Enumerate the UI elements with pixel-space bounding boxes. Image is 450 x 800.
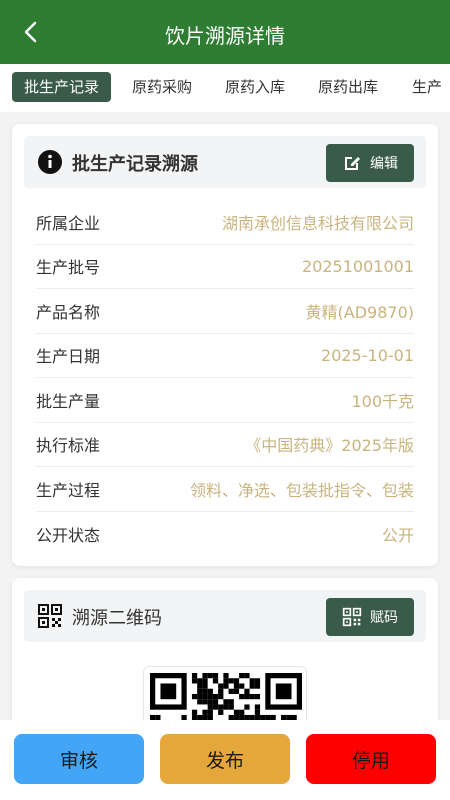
card-title: 溯源二维码 — [72, 608, 162, 629]
row-label: 生产批号 — [36, 258, 101, 278]
qr-code-icon — [38, 604, 62, 628]
row-label: 生产日期 — [36, 347, 101, 367]
list-item: 生产日期 2025-10-01 — [36, 334, 414, 378]
row-value: 100千克 — [351, 391, 414, 411]
publish-button[interactable]: 发布 — [160, 734, 290, 784]
tab-raw-purchase[interactable]: 原药采购 — [120, 72, 204, 102]
list-item: 生产过程 领料、净选、包装批指令、包装 — [36, 467, 414, 512]
tab-production[interactable]: 生产 — [400, 72, 450, 102]
tab-bar: 批生产记录 原药采购 原药入库 原药出库 生产 — [0, 64, 450, 112]
edit-button[interactable]: 编辑 — [326, 144, 414, 182]
app-header: 饮片溯源详情 — [0, 0, 450, 64]
edit-icon — [345, 157, 360, 170]
row-label: 公开状态 — [36, 525, 101, 545]
row-label: 生产过程 — [36, 480, 101, 500]
record-list: 所属企业 湖南承创信息科技有限公司 生产批号 20251001001 产品名称 … — [36, 200, 414, 556]
list-item: 生产批号 20251001001 — [36, 245, 414, 289]
row-value: 2025-10-01 — [321, 345, 414, 365]
row-label: 所属企业 — [36, 213, 101, 233]
row-value: 湖南承创信息科技有限公司 — [221, 213, 414, 233]
card-header: 溯源二维码 赋码 — [24, 590, 426, 642]
bottom-action-bar: 审核 发布 停用 — [0, 720, 450, 800]
tab-raw-inbound[interactable]: 原药入库 — [213, 72, 297, 102]
row-label: 产品名称 — [36, 302, 101, 322]
row-value: 公开 — [381, 525, 414, 545]
tab-raw-outbound[interactable]: 原药出库 — [306, 72, 390, 102]
assign-code-label: 赋码 — [370, 610, 398, 626]
info-icon — [38, 150, 62, 174]
list-item: 执行标准 《中国药典》2025年版 — [36, 423, 414, 467]
row-label: 执行标准 — [36, 436, 101, 456]
edit-button-label: 编辑 — [370, 156, 398, 172]
disable-button[interactable]: 停用 — [306, 734, 436, 784]
row-label: 批生产量 — [36, 391, 101, 411]
assign-code-button[interactable]: 赋码 — [326, 598, 414, 636]
list-item: 所属企业 湖南承创信息科技有限公司 — [36, 200, 414, 245]
tab-batch-record[interactable]: 批生产记录 — [12, 72, 112, 102]
review-button[interactable]: 审核 — [14, 734, 144, 784]
row-value: 《中国药典》2025年版 — [245, 436, 414, 456]
row-value: 领料、净选、包装批指令、包装 — [189, 480, 414, 500]
row-value: 黄精(AD9870) — [305, 302, 414, 322]
list-item: 产品名称 黄精(AD9870) — [36, 289, 414, 334]
page-title: 饮片溯源详情 — [165, 24, 285, 48]
row-value: 20251001001 — [302, 256, 414, 276]
list-item: 公开状态 公开 — [36, 512, 414, 557]
list-item: 批生产量 100千克 — [36, 378, 414, 423]
batch-record-card: 批生产记录溯源 编辑 所属企业 湖南承创信息科技有限公司 生产批号 202510… — [12, 124, 438, 566]
card-header: 批生产记录溯源 编辑 — [24, 136, 426, 188]
qr-code-icon — [342, 607, 362, 627]
card-title: 批生产记录溯源 — [72, 154, 198, 175]
